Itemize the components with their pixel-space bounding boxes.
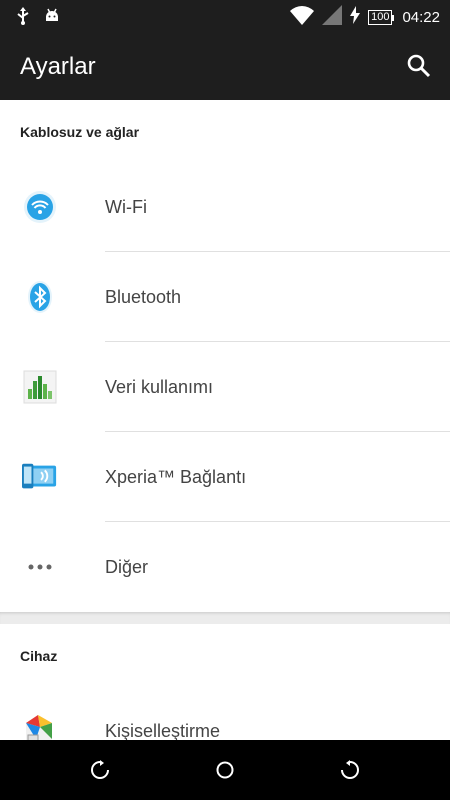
data-usage-icon: [22, 369, 58, 405]
section-divider: [0, 612, 450, 624]
settings-item-more[interactable]: Diğer: [0, 522, 450, 612]
section-title: Kablosuz ve ağlar: [20, 124, 140, 140]
search-icon: [407, 54, 431, 78]
back-icon: [91, 760, 109, 779]
home-button[interactable]: [215, 760, 235, 780]
settings-item-bluetooth[interactable]: Bluetooth: [0, 252, 450, 342]
more-icon: [22, 549, 58, 585]
home-icon: [216, 761, 234, 779]
settings-item-personalization[interactable]: Kişiselleştirme: [0, 686, 450, 740]
status-time: 04:22: [402, 9, 440, 26]
android-debug-icon: [44, 7, 60, 30]
charging-icon: [350, 6, 361, 29]
page-title: Ayarlar: [20, 53, 96, 80]
settings-item-label: Kişiselleştirme: [105, 721, 221, 740]
app-bar: Ayarlar: [0, 33, 450, 100]
battery-level: 100: [368, 10, 393, 25]
personalization-icon: [22, 713, 58, 740]
settings-item-label: Veri kullanımı: [105, 377, 214, 397]
xperia-connectivity-icon: [22, 459, 58, 495]
recents-icon: [341, 760, 359, 779]
settings-item-label: Bluetooth: [105, 287, 182, 307]
usb-icon: [16, 7, 30, 30]
battery-icon: 100: [368, 10, 395, 25]
back-button[interactable]: [90, 760, 110, 780]
status-bar: 100 04:22: [0, 0, 450, 33]
section-header-device: Cihaz: [0, 624, 450, 686]
wifi-icon: [22, 189, 58, 225]
section-header-wireless: Kablosuz ve ağlar: [0, 100, 450, 162]
cell-signal-icon: [322, 5, 343, 30]
wifi-signal-icon: [290, 5, 315, 30]
settings-item-label: Xperia™ Bağlantı: [105, 467, 247, 487]
search-button[interactable]: [406, 53, 432, 79]
settings-list[interactable]: Kablosuz ve ağlar Wi-Fi Bluetooth Veri k…: [0, 100, 450, 740]
settings-item-label: Wi-Fi: [105, 197, 147, 217]
section-title: Cihaz: [20, 648, 58, 664]
bluetooth-icon: [22, 279, 58, 315]
settings-item-xperia-connectivity[interactable]: Xperia™ Bağlantı: [0, 432, 450, 522]
settings-item-wifi[interactable]: Wi-Fi: [0, 162, 450, 252]
navigation-bar: [0, 740, 450, 800]
recents-button[interactable]: [340, 760, 360, 780]
settings-item-label: Diğer: [105, 557, 149, 577]
settings-item-data-usage[interactable]: Veri kullanımı: [0, 342, 450, 432]
